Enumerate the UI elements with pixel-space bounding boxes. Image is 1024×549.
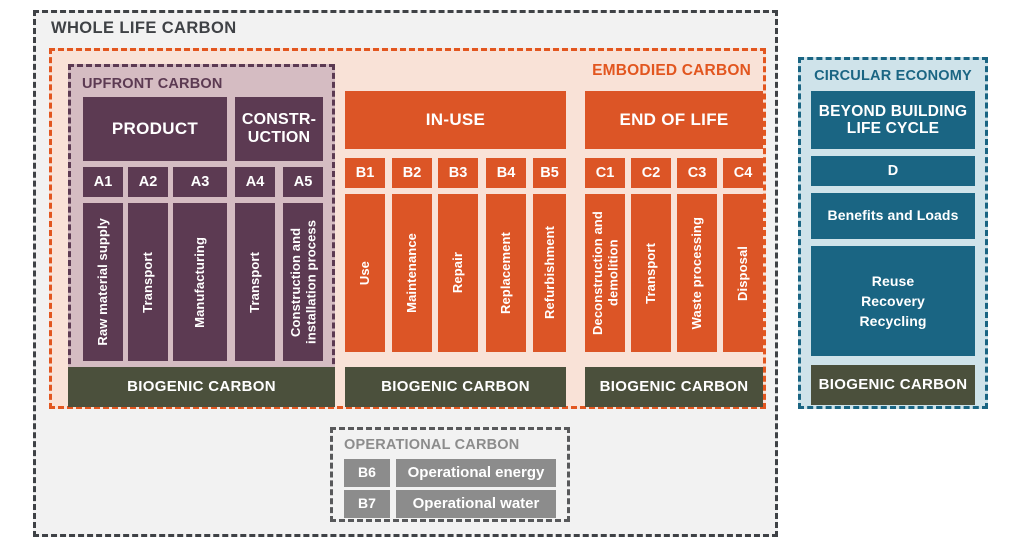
stage-code-c2: C2 (631, 158, 671, 188)
product-heading: PRODUCT (83, 97, 227, 161)
stage-code-a4: A4 (235, 167, 275, 197)
stage-label-b1: Use (345, 194, 385, 352)
diagram-canvas: WHOLE LIFE CARBON EMBODIED CARBON UPFRON… (0, 0, 1024, 549)
beyond-building-life-cycle-heading: BEYOND BUILDING LIFE CYCLE (811, 91, 975, 149)
stage-label-b2: Maintenance (392, 194, 432, 352)
stage-code-b7: B7 (344, 490, 390, 518)
construction-heading-line2: UCTION (247, 129, 311, 146)
stage-code-c4: C4 (723, 158, 763, 188)
construction-heading: CONSTR- UCTION (235, 97, 323, 161)
biogenic-carbon-in-use: BIOGENIC CARBON (345, 367, 566, 407)
stage-code-a2: A2 (128, 167, 168, 197)
embodied-carbon-title: EMBODIED CARBON (592, 62, 751, 79)
stage-code-a3: A3 (173, 167, 227, 197)
construction-heading-line1: CONSTR- (241, 111, 317, 129)
stage-code-d: D (811, 156, 975, 186)
stage-label-c3: Waste processing (677, 194, 717, 352)
stage-code-b4: B4 (486, 158, 526, 188)
stage-code-a5: A5 (283, 167, 323, 197)
reuse-recovery-recycling: Reuse Recovery Recycling (811, 246, 975, 356)
stage-label-a1: Raw material supply (83, 203, 123, 361)
stage-label-b3: Repair (438, 194, 478, 352)
stage-label-c4: Disposal (723, 194, 763, 352)
stage-code-a1: A1 (83, 167, 123, 197)
stage-label-b4: Replacement (486, 194, 526, 352)
operational-carbon-title: OPERATIONAL CARBON (344, 437, 520, 453)
stage-code-b6: B6 (344, 459, 390, 487)
beyond-heading-line2: LIFE CYCLE (846, 120, 940, 137)
operational-water-label: Operational water (396, 490, 556, 518)
upfront-carbon-container: UPFRONT CARBON PRODUCT CONSTR- UCTION A1… (68, 64, 335, 373)
biogenic-carbon-upfront: BIOGENIC CARBON (68, 367, 335, 407)
stage-code-c1: C1 (585, 158, 625, 188)
action-reuse: Reuse (871, 272, 915, 289)
end-of-life-heading: END OF LIFE (585, 91, 763, 149)
stage-label-a3: Manufacturing (173, 203, 227, 361)
beyond-heading-line1: BEYOND BUILDING (818, 102, 968, 120)
stage-code-b5: B5 (533, 158, 566, 188)
stage-label-a5: Construction and installation process (283, 203, 323, 361)
stage-label-b5: Refurbishment (533, 194, 566, 352)
in-use-heading: IN-USE (345, 91, 566, 149)
stage-label-a2: Transport (128, 203, 168, 361)
circular-economy-container: CIRCULAR ECONOMY BEYOND BUILDING LIFE CY… (798, 57, 988, 409)
stage-label-c1: Deconstruction and demolition (585, 194, 625, 352)
stage-code-b3: B3 (438, 158, 478, 188)
whole-life-carbon-title: WHOLE LIFE CARBON (51, 19, 237, 37)
circular-economy-title: CIRCULAR ECONOMY (814, 68, 972, 84)
operational-energy-label: Operational energy (396, 459, 556, 487)
stage-label-a4: Transport (235, 203, 275, 361)
stage-code-b1: B1 (345, 158, 385, 188)
embodied-carbon-container: EMBODIED CARBON UPFRONT CARBON PRODUCT C… (49, 48, 766, 409)
action-recovery: Recovery (861, 292, 925, 309)
biogenic-carbon-circular: BIOGENIC CARBON (811, 365, 975, 405)
biogenic-carbon-end-of-life: BIOGENIC CARBON (585, 367, 763, 407)
stage-code-c3: C3 (677, 158, 717, 188)
stage-label-c2: Transport (631, 194, 671, 352)
action-recycling: Recycling (859, 313, 927, 330)
operational-carbon-container: OPERATIONAL CARBON B6 Operational energy… (330, 427, 570, 522)
benefits-and-loads: Benefits and Loads (811, 193, 975, 239)
stage-code-b2: B2 (392, 158, 432, 188)
upfront-carbon-title: UPFRONT CARBON (82, 76, 223, 92)
